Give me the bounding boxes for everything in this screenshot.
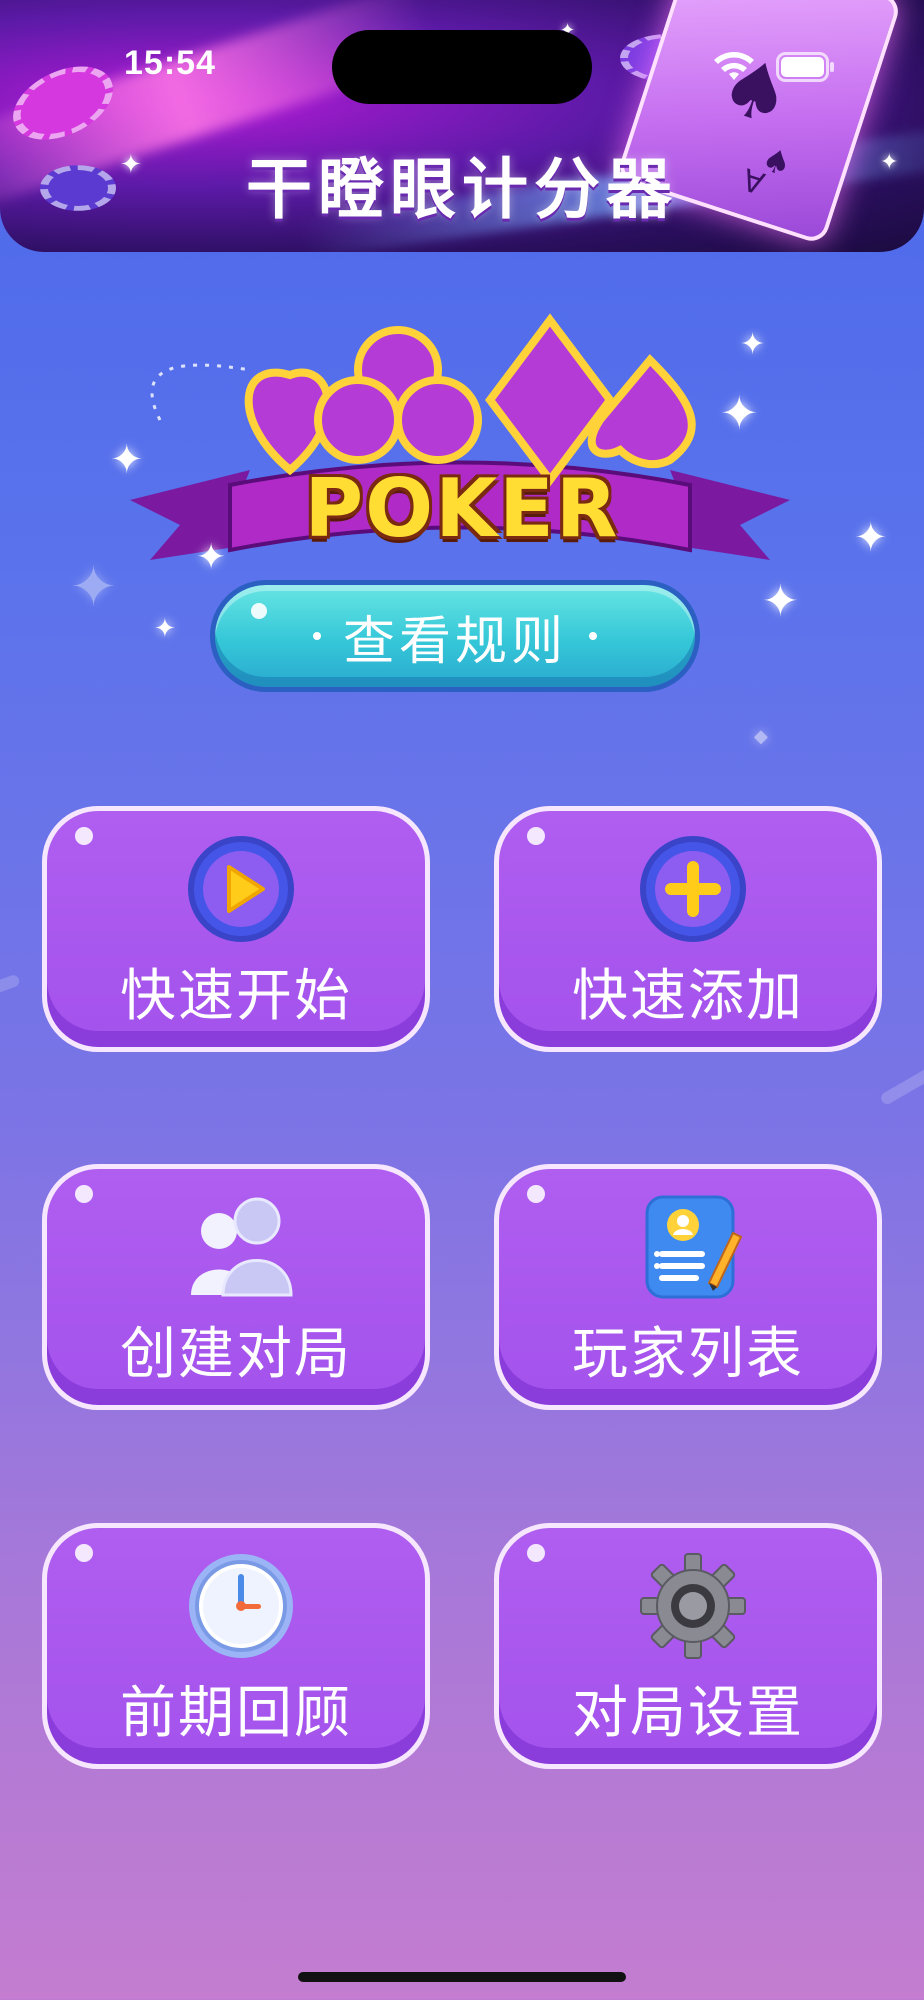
sparkle-icon: ◆ (754, 726, 768, 747)
card-pin (527, 827, 545, 845)
sparkle-icon: ✦ (110, 437, 144, 483)
status-time: 15:54 (124, 44, 216, 82)
view-rules-button[interactable]: 查看规则 (210, 580, 700, 692)
app-title: 干瞪眼计分器 (246, 151, 678, 228)
match-settings-label: 对局设置 (572, 1681, 804, 1746)
header-banner: ♠ ♠ A ✦ ✦ ✦ 15:54 干瞪眼计分器 (0, 0, 924, 252)
sparkle-icon: ✦ (720, 386, 759, 440)
poker-logo (130, 313, 790, 560)
sparkle-icon: ✦ (70, 555, 117, 620)
clock-icon (189, 1554, 293, 1658)
create-match-button[interactable]: 创建对局 (42, 1164, 430, 1410)
history-button[interactable]: 前期回顾 (42, 1523, 430, 1769)
match-settings-button[interactable]: 对局设置 (494, 1523, 882, 1769)
sparkle-icon: ✦ (854, 515, 888, 561)
quick-add-button[interactable]: 快速添加 (494, 806, 882, 1052)
card-pin (527, 1185, 545, 1203)
card-pin (75, 1185, 93, 1203)
card-pin (527, 1544, 545, 1562)
create-match-label: 创建对局 (120, 1322, 352, 1387)
player-list-label: 玩家列表 (572, 1322, 804, 1387)
background-streak (879, 1065, 924, 1107)
button-shine (251, 603, 267, 619)
button-dot (589, 632, 597, 640)
sparkle-icon: ✦ (154, 614, 176, 644)
card-pin (75, 827, 93, 845)
home-indicator[interactable] (298, 1972, 626, 1982)
quick-add-label: 快速添加 (572, 964, 804, 1029)
wifi-icon (714, 52, 754, 80)
camera-notch (332, 30, 592, 104)
view-rules-label: 查看规则 (342, 611, 567, 672)
quick-start-button[interactable]: 快速开始 (42, 806, 430, 1052)
background-streak (0, 973, 21, 999)
gear-icon (640, 1553, 746, 1659)
sparkle-icon: ✦ (762, 576, 799, 627)
play-icon (188, 836, 294, 942)
sparkle-icon: ✦ (740, 327, 766, 362)
history-label: 前期回顾 (120, 1681, 352, 1746)
contact-card-icon (645, 1195, 743, 1299)
quick-start-label: 快速开始 (120, 964, 352, 1029)
sparkle-icon: ✦ (196, 537, 227, 578)
button-dot (312, 632, 321, 640)
users-icon (191, 1197, 293, 1297)
player-list-button[interactable]: 玩家列表 (494, 1164, 882, 1410)
plus-icon (640, 836, 746, 942)
battery-icon (776, 52, 834, 82)
card-pin (75, 1544, 93, 1562)
